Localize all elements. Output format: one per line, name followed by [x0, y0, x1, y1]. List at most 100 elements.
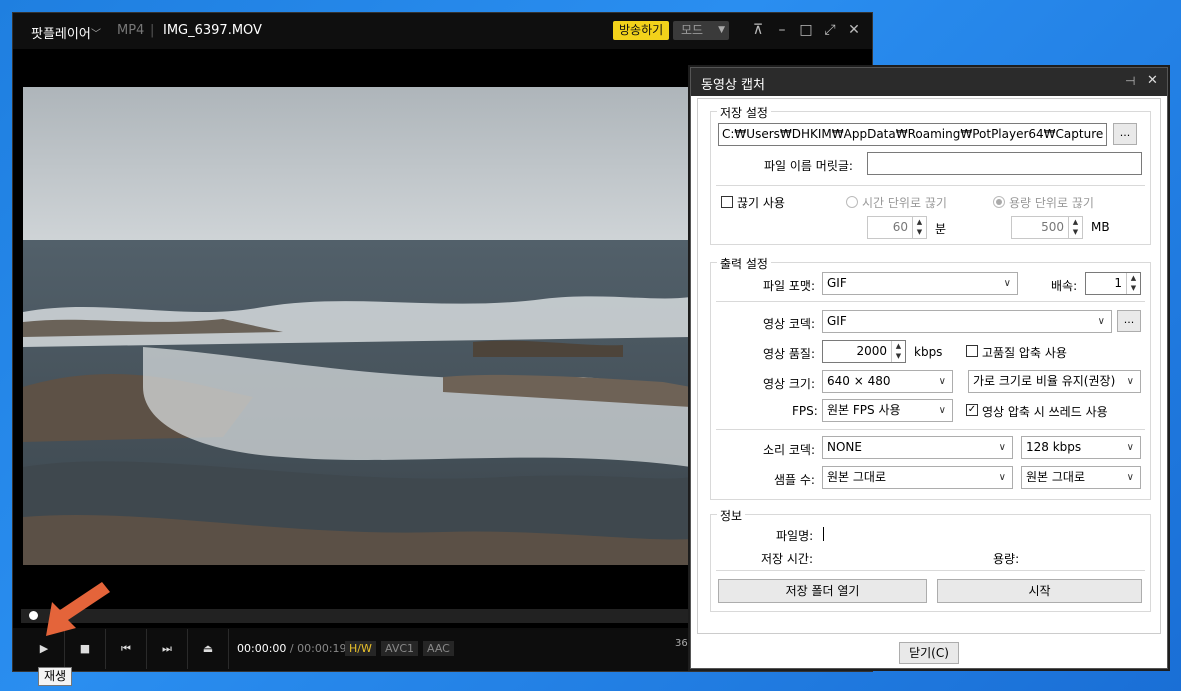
time-split-radio[interactable] [846, 196, 858, 208]
video-codec-value: GIF [827, 314, 847, 328]
mode-dropdown[interactable]: 모드 ▼ [673, 21, 729, 40]
filename-value-cursor [823, 527, 824, 541]
video-frame[interactable] [23, 87, 691, 565]
format-label: MP4 [117, 23, 145, 38]
divider [716, 570, 1145, 571]
size-unit: MB [1091, 220, 1110, 234]
spin-up-icon[interactable]: ▲ [892, 341, 905, 351]
capture-dialog: 동영상 캡처 ⊣ ✕ 저장 설정 C:₩Users₩DHKIM₩AppData₩… [690, 67, 1168, 669]
prefix-input[interactable] [867, 152, 1142, 175]
format-select[interactable]: GIF ∨ [822, 272, 1018, 295]
hq-label: 고품질 압축 사용 [982, 346, 1067, 360]
thread-checkbox[interactable]: ✓ [966, 404, 978, 416]
size-spinner[interactable]: ▲ ▼ [1068, 217, 1082, 238]
eject-icon[interactable]: ⏏ [188, 629, 229, 669]
divider [716, 185, 1145, 186]
time-spinner[interactable]: ▲ ▼ [912, 217, 926, 238]
video-size-value: 640 × 480 [827, 374, 891, 388]
spin-up-icon[interactable]: ▲ [1069, 217, 1082, 227]
time-unit: 분 [935, 222, 947, 236]
fps-value: 원본 FPS 사용 [827, 403, 901, 417]
close-icon[interactable]: ✕ [845, 21, 863, 39]
output-settings-group: 출력 설정 파일 포맷: GIF ∨ 배속: 1 ▲ ▼ 영상 코덱: GIF ∨ ..… [710, 255, 1151, 500]
start-button[interactable]: 시작 [937, 579, 1142, 603]
browse-path-button[interactable]: ... [1113, 123, 1137, 145]
close-icon[interactable]: ✕ [1147, 73, 1158, 88]
format-label: 파일 포맷: [763, 279, 816, 293]
output-settings-legend: 출력 설정 [717, 255, 771, 272]
quality-spinner[interactable]: ▲ ▼ [891, 341, 905, 362]
chevron-down-icon[interactable]: ﹀ [91, 25, 101, 40]
quality-label: 영상 품질: [763, 347, 816, 361]
fullscreen-icon[interactable]: ⤢ [821, 21, 839, 39]
time-value-input[interactable]: 60 ▲ ▼ [867, 216, 927, 239]
size-value: 500 [1041, 220, 1064, 234]
aspect-value: 가로 크기로 비율 유지(권장) [973, 374, 1116, 388]
spin-down-icon[interactable]: ▼ [1069, 227, 1082, 237]
chevron-down-icon: ∨ [1126, 472, 1134, 483]
time-value: 60 [892, 220, 908, 234]
chevron-down-icon: ∨ [1003, 278, 1011, 289]
save-path-input[interactable]: C:₩Users₩DHKIM₩AppData₩Roaming₩PotPlayer… [718, 123, 1107, 146]
speed-value: 1 [1114, 276, 1122, 290]
chevron-down-icon: ∨ [1097, 316, 1105, 327]
size-value-input[interactable]: 500 ▲ ▼ [1011, 216, 1083, 239]
broadcast-button[interactable]: 방송하기 [613, 21, 670, 40]
spin-down-icon[interactable]: ▼ [892, 351, 905, 361]
aspect-select[interactable]: 가로 크기로 비율 유지(권장) ∨ [968, 370, 1141, 393]
channel-select[interactable]: 원본 그대로 ∨ [1021, 466, 1141, 489]
video-codec-badge[interactable]: AVC1 [381, 641, 419, 656]
size-split-label: 용량 단위로 끊기 [1009, 196, 1094, 210]
time-total: 00:00:19 [297, 642, 347, 655]
app-menu[interactable]: 팟플레이어 [31, 23, 91, 42]
audio-bitrate-value: 128 kbps [1026, 440, 1082, 454]
speed-input[interactable]: 1 ▲ ▼ [1085, 272, 1141, 295]
chevron-down-icon: ∨ [938, 376, 946, 387]
sample-value: 원본 그대로 [827, 470, 887, 484]
divider [716, 429, 1145, 430]
spin-down-icon[interactable]: ▼ [913, 227, 926, 237]
channel-value: 원본 그대로 [1026, 470, 1086, 484]
spin-down-icon[interactable]: ▼ [1127, 283, 1140, 293]
sample-label: 샘플 수: [774, 473, 815, 487]
quality-input[interactable]: 2000 ▲ ▼ [822, 340, 906, 363]
seek-knob[interactable] [29, 611, 38, 620]
quality-unit: kbps [914, 345, 943, 359]
audio-bitrate-select[interactable]: 128 kbps ∨ [1021, 436, 1141, 459]
sample-select[interactable]: 원본 그대로 ∨ [822, 466, 1013, 489]
video-codec-select[interactable]: GIF ∨ [822, 310, 1112, 333]
chevron-down-icon: ∨ [1126, 376, 1134, 387]
close-dialog-button[interactable]: 닫기(C) [899, 642, 959, 664]
info-group: 정보 파일명: 저장 시간: 용량: 저장 폴더 열기 시작 [710, 507, 1151, 612]
video-image [23, 87, 691, 565]
codec-options-button[interactable]: ... [1117, 310, 1141, 332]
title-divider: | [150, 23, 155, 38]
speed-spinner[interactable]: ▲ ▼ [1126, 273, 1140, 294]
format-value: GIF [827, 276, 847, 290]
hw-badge[interactable]: H/W [345, 641, 376, 656]
audio-codec-select[interactable]: NONE ∨ [822, 436, 1013, 459]
size-split-radio[interactable] [993, 196, 1005, 208]
maximize-icon[interactable]: □ [797, 21, 815, 39]
fps-select[interactable]: 원본 FPS 사용 ∨ [822, 399, 953, 422]
time-separator: / [289, 642, 294, 655]
save-settings-legend: 저장 설정 [717, 104, 771, 121]
dialog-titlebar: 동영상 캡처 ⊣ ✕ [691, 68, 1167, 96]
spin-up-icon[interactable]: ▲ [1127, 273, 1140, 283]
audio-codec-badge[interactable]: AAC [423, 641, 454, 656]
pin-icon[interactable]: ⊼ [749, 21, 767, 39]
open-folder-button[interactable]: 저장 폴더 열기 [718, 579, 927, 603]
hq-checkbox[interactable] [966, 345, 978, 357]
info-size-label: 용량: [993, 552, 1020, 566]
next-icon[interactable]: ⏭ [147, 629, 188, 669]
split-checkbox[interactable] [721, 196, 733, 208]
audio-codec-value: NONE [827, 440, 862, 454]
minimize-icon[interactable]: – [773, 21, 791, 39]
pin-icon[interactable]: ⊣ [1125, 74, 1135, 88]
info-legend: 정보 [717, 507, 746, 524]
time-split-label: 시간 단위로 끊기 [862, 196, 947, 210]
spin-up-icon[interactable]: ▲ [913, 217, 926, 227]
video-size-select[interactable]: 640 × 480 ∨ [822, 370, 953, 393]
split-label: 끊기 사용 [737, 196, 785, 210]
seek-bar[interactable] [21, 609, 693, 623]
